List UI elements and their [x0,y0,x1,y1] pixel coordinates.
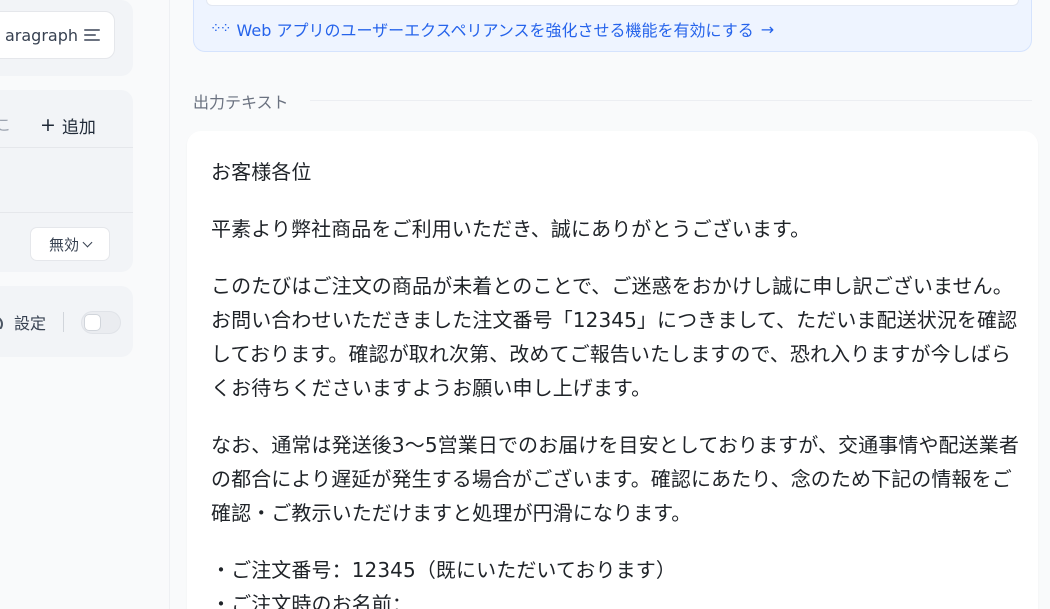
settings-card: 設定 [0,286,133,357]
output-bullet: ・ご注文時のお名前： [211,592,412,609]
paragraph-lines-icon [84,28,100,42]
truncated-label: こ [0,116,12,134]
status-select[interactable]: 無効 [30,227,110,261]
vertical-divider [63,312,65,332]
arrow-right-icon: → [760,19,775,39]
output-paragraph: このたびはご注文の商品が未着とのことで、ご迷惑をおかけし誠に申し訳ございません。… [211,274,1018,400]
list-header: こ + 追加 [0,90,133,148]
format-select[interactable]: aragraph [0,11,115,59]
app-page: aragraph こ + 追加 無効 設定 ⁘⁘ Web アプリのユーザーエクス… [0,0,1050,609]
add-button[interactable]: + 追加 [40,113,96,139]
gear-icon [0,315,8,329]
section-divider [310,100,1032,101]
feature-toggle[interactable] [81,310,122,334]
enable-features-text: Web アプリのユーザーエクスペリアンスを強化させる機能を有効にする [236,21,754,40]
divider [0,212,133,213]
chevron-down-icon [82,237,93,247]
output-text: お客様各位 平素より弊社商品をご利用いただき、誠にありがとうございます。 このた… [211,155,1023,609]
output-section-title: 出力テキスト [193,93,289,112]
plus-icon: + [40,114,56,136]
settings-button[interactable]: 設定 [14,310,46,334]
feature-banner: ⁘⁘ Web アプリのユーザーエクスペリアンスを強化させる機能を有効にする → [193,0,1032,52]
status-select-value: 無効 [48,235,79,254]
sparkle-grid-icon: ⁘⁘ [210,21,232,37]
settings-panel: aragraph こ + 追加 無効 設定 [0,0,170,609]
output-paragraph: なお、通常は発送後3～5営業日でのお届けを目安としておりますが、交通事情や配送業… [211,433,1019,525]
enable-features-link[interactable]: ⁘⁘ Web アプリのユーザーエクスペリアンスを強化させる機能を有効にする → [210,17,774,41]
output-bullet: ・ご注文番号：12345（既にいただいております） [211,558,676,582]
output-text-card: お客様各位 平素より弊社商品をご利用いただき、誠にありがとうございます。 このた… [187,131,1038,609]
format-card: aragraph [0,0,133,76]
list-card: こ + 追加 無効 [0,90,133,272]
output-paragraph: 平素より弊社商品をご利用いただき、誠にありがとうございます。 [211,217,811,241]
add-button-label: 追加 [61,118,96,138]
toggle-knob [84,313,102,331]
output-paragraph: お客様各位 [211,160,312,184]
settings-row: 設定 [0,310,122,334]
format-select-value: aragraph [4,25,78,45]
